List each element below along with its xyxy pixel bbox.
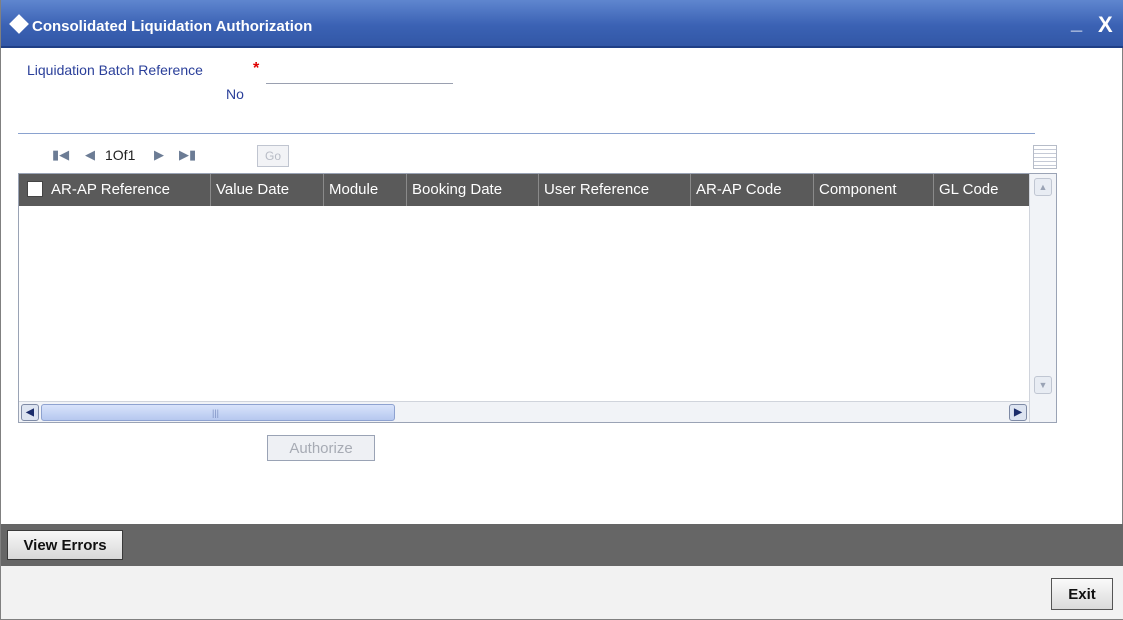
page-indicator: 1Of1 bbox=[105, 147, 136, 163]
column-header-user-reference[interactable]: User Reference bbox=[539, 174, 691, 206]
close-button[interactable]: X bbox=[1098, 12, 1113, 38]
grid-header: AR-AP Reference Value Date Module Bookin… bbox=[19, 174, 1029, 206]
scroll-up-icon[interactable]: ▲ bbox=[1034, 178, 1052, 196]
column-header-gl-code[interactable]: GL Code bbox=[934, 174, 1029, 206]
column-header-value-date[interactable]: Value Date bbox=[211, 174, 324, 206]
batch-ref-label-no: No bbox=[226, 86, 244, 102]
column-header-arap-reference[interactable]: AR-AP Reference bbox=[51, 174, 170, 206]
grid-settings-icon[interactable] bbox=[1033, 145, 1057, 169]
window-title: Consolidated Liquidation Authorization bbox=[32, 18, 313, 35]
go-button[interactable]: Go bbox=[257, 145, 289, 167]
last-page-icon[interactable]: ▶▮ bbox=[179, 147, 196, 163]
results-grid: AR-AP Reference Value Date Module Bookin… bbox=[18, 173, 1057, 423]
diamond-icon bbox=[9, 14, 29, 34]
header-select-all-cell: AR-AP Reference bbox=[19, 174, 211, 206]
select-all-checkbox[interactable] bbox=[27, 181, 43, 197]
batch-ref-input[interactable] bbox=[266, 62, 453, 84]
divider bbox=[18, 133, 1035, 134]
minimize-button[interactable]: _ bbox=[1071, 12, 1082, 35]
scroll-left-icon[interactable]: ◀ bbox=[21, 404, 39, 421]
footer-toolbar: View Errors bbox=[1, 524, 1123, 566]
column-header-module[interactable]: Module bbox=[324, 174, 407, 206]
column-header-booking-date[interactable]: Booking Date bbox=[407, 174, 539, 206]
horizontal-scrollbar[interactable]: ◀ ||| ▶ bbox=[19, 401, 1029, 422]
scroll-right-icon[interactable]: ▶ bbox=[1009, 404, 1027, 421]
required-marker: * bbox=[253, 60, 260, 77]
bottom-action-area: Exit bbox=[1, 566, 1123, 619]
horizontal-scroll-thumb[interactable]: ||| bbox=[41, 404, 395, 421]
title-bar: Consolidated Liquidation Authorization _… bbox=[1, 0, 1123, 48]
first-page-icon[interactable]: ▮◀ bbox=[52, 147, 69, 163]
authorize-button[interactable]: Authorize bbox=[267, 435, 375, 461]
column-header-component[interactable]: Component bbox=[814, 174, 934, 206]
next-page-icon[interactable]: ▶ bbox=[154, 147, 164, 163]
vertical-scrollbar[interactable]: ▲ ▼ bbox=[1029, 174, 1056, 422]
main-window: Consolidated Liquidation Authorization _… bbox=[0, 0, 1123, 620]
grip-icon: ||| bbox=[212, 408, 220, 418]
prev-page-icon[interactable]: ◀ bbox=[85, 147, 95, 163]
exit-button[interactable]: Exit bbox=[1051, 578, 1113, 610]
batch-ref-label: Liquidation Batch Reference bbox=[27, 62, 203, 78]
scroll-down-icon[interactable]: ▼ bbox=[1034, 376, 1052, 394]
view-errors-button[interactable]: View Errors bbox=[7, 530, 123, 560]
column-header-arap-code[interactable]: AR-AP Code bbox=[691, 174, 814, 206]
